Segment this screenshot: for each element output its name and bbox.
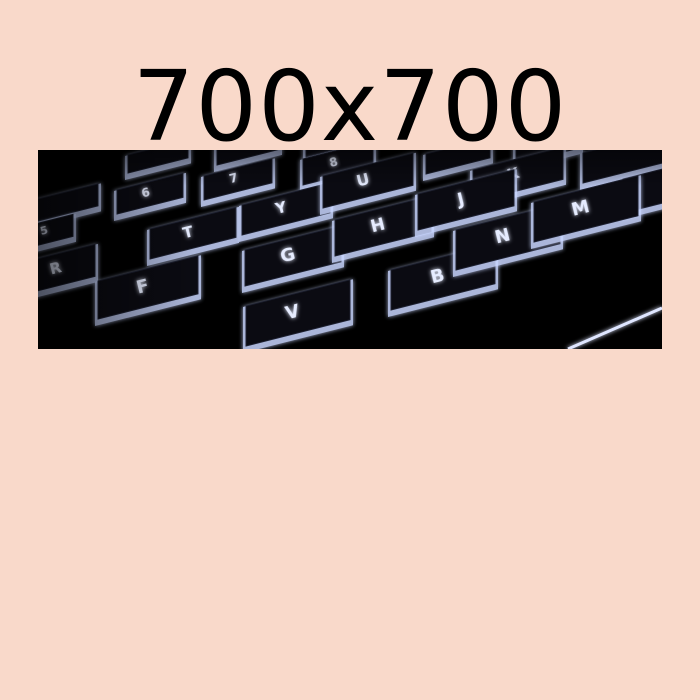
keyboard-photo-banner: 6785TYUKRGHJFBNMV [38,150,662,349]
keyboard-photo-illustration: 6785TYUKRGHJFBNMV [38,150,662,349]
placeholder-dimensions-label: 700x700 [132,50,568,163]
